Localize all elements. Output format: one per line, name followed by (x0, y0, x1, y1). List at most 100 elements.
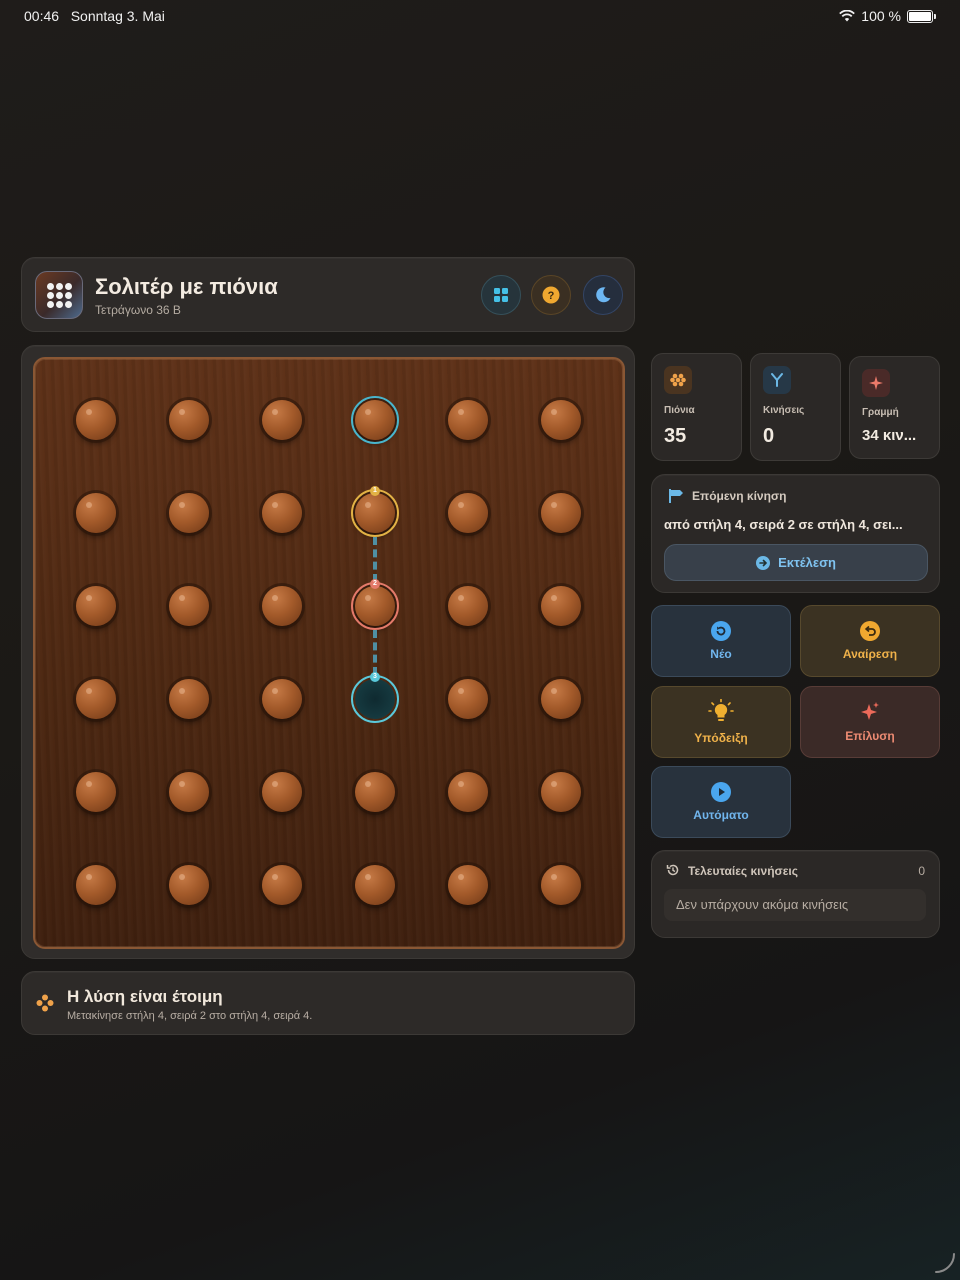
status-bar: 00:46 Sonntag 3. Mai 100 % (0, 0, 960, 32)
next-move-panel: Επόμενη κίνηση από στήλη 4, σειρά 2 σε σ… (651, 474, 940, 593)
solve-button[interactable]: Επίλυση (800, 686, 940, 758)
board-peg[interactable] (169, 493, 209, 533)
stat-streak: Γραμμή 34 κιν... (849, 356, 940, 459)
app-header: Σολιτέρ με πιόνια Τετράγωνο 36 Β ? (21, 257, 635, 332)
move-step-badge: 3 (370, 672, 380, 682)
arrow-right-circle-icon (756, 555, 771, 570)
grid-icon (494, 288, 508, 302)
sparkles-icon (861, 702, 879, 720)
board-peg[interactable] (355, 772, 395, 812)
move-step-ring (351, 582, 399, 630)
board-peg[interactable] (448, 772, 488, 812)
board-variant: Τετράγωνο 36 Β (95, 303, 181, 317)
stat-streak-label: Γραμμή (862, 407, 899, 418)
status-date: Sonntag 3. Mai (70, 8, 165, 24)
wifi-icon (839, 10, 856, 22)
recent-moves-empty: Δεν υπάρχουν ακόμα κινήσεις (664, 889, 926, 921)
recent-moves-panel: Τελευταίες κινήσεις 0 Δεν υπάρχουν ακόμα… (651, 850, 940, 938)
solution-icon (36, 994, 54, 1012)
undo-icon (860, 621, 880, 641)
board-peg[interactable] (448, 493, 488, 533)
move-step-ring (351, 489, 399, 537)
undo-label: Αναίρεση (842, 647, 898, 661)
board-peg[interactable] (541, 586, 581, 626)
board-peg[interactable] (76, 586, 116, 626)
play-icon (711, 782, 731, 802)
sparkle-icon (862, 369, 890, 397)
board-peg[interactable] (541, 679, 581, 719)
status-indicators: 100 % (839, 8, 936, 24)
move-step-badge: 1 (370, 486, 380, 496)
solution-text: Μετακίνησε στήλη 4, σειρά 2 στο στήλη 4,… (67, 1010, 313, 1022)
board-peg[interactable] (262, 493, 302, 533)
page-title: Σολιτέρ με πιόνια (95, 274, 278, 299)
undo-button[interactable]: Αναίρεση (800, 605, 940, 677)
auto-play-button[interactable]: Αυτόματο (651, 766, 791, 838)
status-time: 00:46 (24, 8, 60, 24)
auto-play-label: Αυτόματο (693, 808, 749, 822)
board-container: 1 2 3 (21, 345, 635, 959)
board-peg[interactable] (169, 586, 209, 626)
board-peg[interactable] (541, 772, 581, 812)
solve-label: Επίλυση (845, 729, 895, 743)
recent-moves-count: 0 (918, 864, 925, 878)
help-button[interactable]: ? (531, 275, 571, 315)
move-step-badge: 2 (370, 579, 380, 589)
selected-peg-ring (351, 396, 399, 444)
signpost-icon (669, 489, 683, 503)
board-peg[interactable] (262, 865, 302, 905)
board-peg[interactable] (448, 586, 488, 626)
new-game-button[interactable]: Νέο (651, 605, 791, 677)
board-peg[interactable] (448, 400, 488, 440)
board-peg[interactable] (76, 865, 116, 905)
stat-streak-value: 34 κιν... (862, 427, 917, 444)
solution-banner: Η λύση είναι έτοιμη Μετακίνησε στήλη 4, … (21, 971, 635, 1035)
recent-moves-title: Τελευταίες κινήσεις (688, 864, 798, 878)
move-path-line (373, 630, 381, 675)
move-path-line (373, 537, 381, 582)
status-time-date: 00:46 Sonntag 3. Mai (24, 8, 165, 24)
resize-handle-icon[interactable] (934, 1252, 956, 1274)
stat-moves-label: Κινήσεις (763, 405, 805, 416)
solution-title: Η λύση είναι έτοιμη (67, 987, 223, 1006)
game-board[interactable]: 1 2 3 (33, 357, 625, 949)
move-step-ring (351, 675, 399, 723)
hint-button[interactable]: Υπόδειξη (651, 686, 791, 758)
stat-pegs-value: 35 (664, 425, 687, 447)
app-logo-icon (35, 271, 83, 319)
theme-toggle-button[interactable] (583, 275, 623, 315)
board-peg[interactable] (262, 400, 302, 440)
board-peg[interactable] (448, 679, 488, 719)
board-peg[interactable] (169, 400, 209, 440)
battery-icon (907, 9, 933, 23)
board-peg[interactable] (76, 679, 116, 719)
board-select-button[interactable] (481, 275, 521, 315)
board-peg[interactable] (541, 865, 581, 905)
board-peg[interactable] (169, 679, 209, 719)
board-peg[interactable] (262, 772, 302, 812)
board-peg[interactable] (262, 679, 302, 719)
lightbulb-icon (708, 699, 734, 721)
execute-button[interactable]: Εκτέλεση (664, 544, 928, 581)
history-icon (666, 864, 679, 876)
restart-icon (711, 621, 731, 641)
board-peg[interactable] (76, 400, 116, 440)
moves-icon (763, 366, 791, 394)
board-peg[interactable] (448, 865, 488, 905)
pegs-icon (664, 366, 692, 394)
stat-moves-value: 0 (763, 425, 775, 447)
board-peg[interactable] (355, 865, 395, 905)
stat-pegs-label: Πιόνια (664, 405, 695, 416)
moon-icon (596, 287, 611, 303)
battery-cap (934, 13, 936, 19)
board-peg[interactable] (169, 865, 209, 905)
hint-label: Υπόδειξη (694, 731, 748, 745)
board-peg[interactable] (262, 586, 302, 626)
board-peg[interactable] (541, 493, 581, 533)
board-peg[interactable] (76, 772, 116, 812)
board-peg[interactable] (541, 400, 581, 440)
board-peg[interactable] (169, 772, 209, 812)
board-peg[interactable] (76, 493, 116, 533)
next-move-heading: Επόμενη κίνηση (692, 489, 787, 503)
new-game-label: Νέο (710, 647, 732, 661)
